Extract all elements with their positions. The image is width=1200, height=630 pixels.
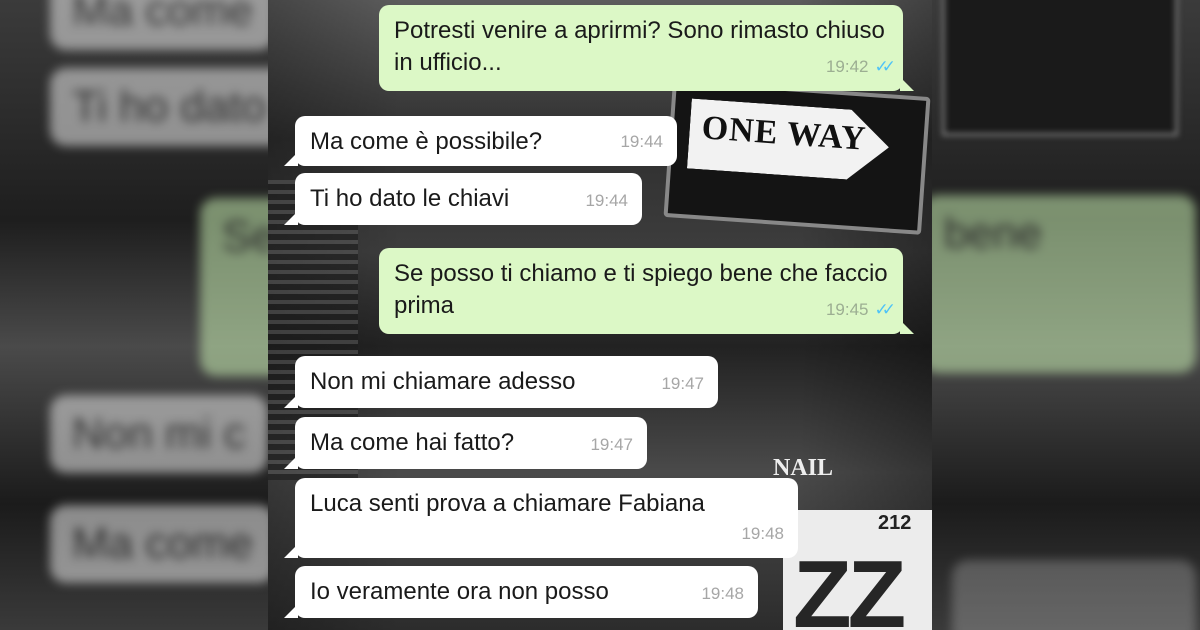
blurred-background-right: bene xyxy=(932,0,1200,630)
double-check-icon: ✓✓ xyxy=(874,300,896,319)
message-bubble-outgoing[interactable]: Se posso ti chiamo e ti spiego bene che … xyxy=(379,248,903,334)
ghost-bubble: Ma come xyxy=(50,0,268,50)
ghost-sign xyxy=(942,0,1178,136)
message-time: 19:48 xyxy=(741,524,784,543)
message-text: Ma come hai fatto? xyxy=(310,429,515,456)
message-time: 19:44 xyxy=(585,191,628,210)
message-meta: 19:42 ✓✓ xyxy=(825,51,896,83)
message-time: 19:47 xyxy=(590,435,633,454)
message-text: Potresti venire a aprirmi? Sono rimasto … xyxy=(394,17,885,76)
message-bubble-incoming[interactable]: Ti ho dato le chiavi 19:44 xyxy=(295,173,642,225)
message-text: Luca senti prova a chiamare Fabiana xyxy=(310,490,705,517)
double-check-icon: ✓✓ xyxy=(874,57,896,76)
ghost-bubble: Ma come xyxy=(50,505,268,583)
ghost-bubble: bene xyxy=(932,195,1196,373)
message-text: Se posso ti chiamo e ti spiego bene che … xyxy=(394,260,888,319)
blurred-background-left: Ma come Ti ho dato Se Non mi c Ma come xyxy=(0,0,268,630)
message-bubble-incoming[interactable]: Non mi chiamare adesso 19:47 xyxy=(295,356,718,408)
message-text: Non mi chiamare adesso xyxy=(310,368,576,395)
message-bubble-incoming[interactable]: Io veramente ora non posso 19:48 xyxy=(295,566,758,618)
message-text: Ti ho dato le chiavi xyxy=(310,185,510,212)
zz-letters: ZZ xyxy=(793,541,906,630)
message-bubble-incoming[interactable]: Ma come è possibile? 19:44 xyxy=(295,116,677,166)
message-time: 19:42 xyxy=(825,57,869,76)
ghost-bubble: Ti ho dato xyxy=(50,68,268,146)
message-time: 19:44 xyxy=(620,132,663,151)
message-time: 19:45 xyxy=(825,300,869,319)
ghost-bubble xyxy=(952,560,1196,630)
ghost-bubble: Non mi c xyxy=(50,395,268,473)
message-text: Io veramente ora non posso xyxy=(310,578,609,605)
zz-sign: 212 ZZ xyxy=(783,510,932,630)
message-text: Ma come è possibile? xyxy=(310,128,543,155)
building-number: 212 xyxy=(878,512,912,534)
message-time: 19:48 xyxy=(701,584,744,603)
message-bubble-outgoing[interactable]: Potresti venire a aprirmi? Sono rimasto … xyxy=(379,5,903,91)
message-time: 19:47 xyxy=(661,374,704,393)
chat-area[interactable]: ONE WAY NAIL 212 ZZ Potresti venire a ap… xyxy=(268,0,932,630)
message-bubble-incoming[interactable]: Ma come hai fatto? 19:47 xyxy=(295,417,647,469)
ghost-bubble: Se xyxy=(200,198,268,376)
message-meta: 19:45 ✓✓ xyxy=(825,294,896,326)
message-bubble-incoming[interactable]: Luca senti prova a chiamare Fabiana 19:4… xyxy=(295,478,798,558)
one-way-sign: ONE WAY xyxy=(663,79,931,235)
